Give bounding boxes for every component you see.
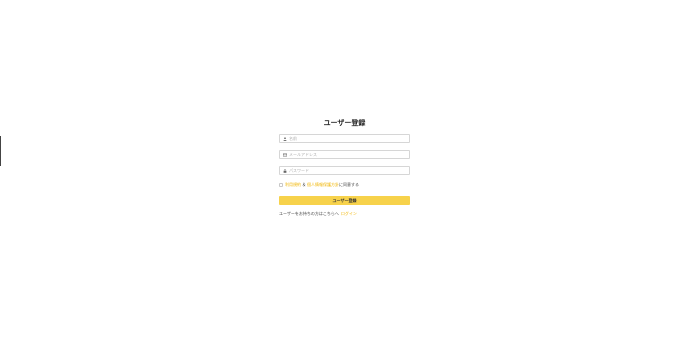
login-row: ユーザーをお持ちの方はこちらへ ログイン [279,211,410,217]
agree-checkbox[interactable] [279,183,283,187]
privacy-link[interactable]: 個人情報保護方針 [307,182,339,188]
login-link[interactable]: ログイン [341,211,357,216]
and-text: ＆ [302,182,306,187]
email-input[interactable] [289,151,404,158]
password-input[interactable] [289,167,404,174]
mail-icon [283,153,287,157]
agree-suffix: に同意する [339,182,359,187]
login-prompt: ユーザーをお持ちの方はこちらへ [279,211,339,216]
page: ユーザー登録 名前 メールアドレス 利用規約 ＆ 個人情報保護方針 に同意する … [0,0,688,363]
email-field[interactable] [279,150,410,159]
left-edge-scrollbar[interactable] [0,136,1,166]
password-field[interactable] [279,166,410,175]
lock-icon [283,168,287,173]
page-title: ユーザー登録 [323,119,366,127]
name-field[interactable] [279,134,410,143]
agree-row: 利用規約 ＆ 個人情報保護方針 に同意する [279,182,410,188]
terms-link[interactable]: 利用規約 [285,182,301,188]
register-button[interactable]: ユーザー登録 [279,196,410,205]
registration-form: ユーザー登録 名前 メールアドレス 利用規約 ＆ 個人情報保護方針 に同意する … [279,118,410,217]
user-icon [283,136,287,141]
name-input[interactable] [289,135,404,142]
